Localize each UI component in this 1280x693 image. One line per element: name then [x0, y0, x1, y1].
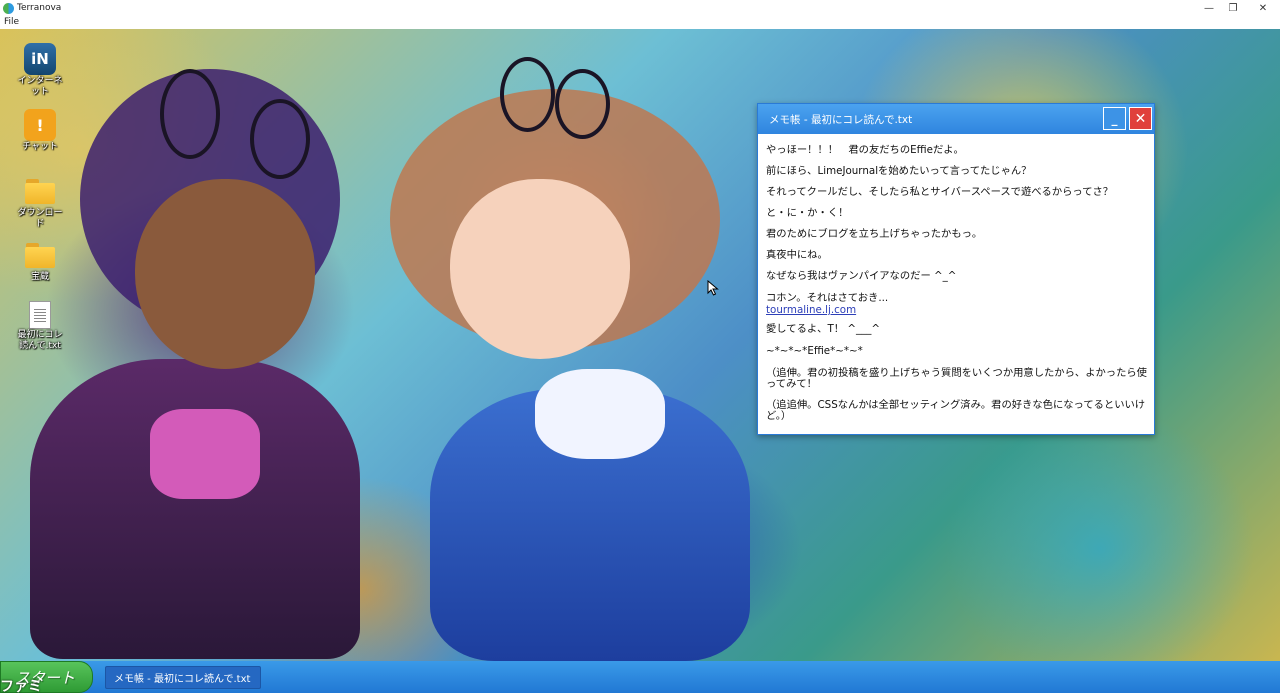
notepad-minimize-button[interactable]: _ [1103, 107, 1126, 130]
wallpaper-figure-left-bodice [150, 409, 260, 499]
wallpaper-figure-right-face [450, 179, 630, 359]
notepad-line: それってクールだし、そしたら私とサイバースペースで遊べるからってさ？ [766, 186, 1114, 198]
wallpaper-ribbon [555, 69, 610, 139]
notepad-line: 前にほら、LimeJournalを始めたいって言ってたじゃん？ [766, 165, 1032, 177]
taskbar-item-notepad[interactable]: メモ帳 - 最初にコレ読んで.txt [105, 666, 261, 689]
desktop-icon-label: 宝蔵 [30, 272, 49, 282]
terranova-logo-icon [3, 2, 14, 14]
notepad-title: メモ帳 - 最初にコレ読んで.txt [769, 114, 913, 126]
text-file-icon [29, 301, 51, 329]
blog-link[interactable]: tourmaline.lj.com [766, 305, 1148, 316]
wallpaper-figure-right-collar [535, 369, 665, 459]
desktop-icon-treasure[interactable]: 宝蔵 [14, 239, 66, 283]
folder-icon [24, 239, 56, 271]
menu-file[interactable]: File [4, 17, 19, 27]
desktop-icon-label: インターネット [17, 76, 63, 97]
taskbar-item-label: メモ帳 - 最初にコレ読んで.txt [114, 674, 251, 685]
app-menubar: File [0, 16, 1280, 29]
wallpaper-ribbon [250, 99, 310, 179]
notepad-line: ~*~*~*Effie*~*~* [766, 345, 863, 357]
wallpaper-ribbon [500, 57, 555, 132]
notepad-line: と・に・か・く！ [766, 207, 849, 219]
desktop-icon-label: チャット [22, 142, 58, 152]
desktop-icon-readme[interactable]: 最初にコレ読んで.txt [14, 301, 66, 352]
host-maximize-button[interactable]: ❐ [1216, 0, 1250, 16]
notepad-line: やっほー！！！ 君の友だちのEffieだよ。 [766, 144, 964, 156]
internet-icon: iN [24, 43, 56, 75]
desktop-icon-chat[interactable]: ! チャット [14, 109, 66, 153]
notepad-line: 真夜中にね。 [766, 249, 828, 261]
notepad-close-button[interactable]: ✕ [1129, 107, 1152, 130]
notepad-titlebar[interactable]: メモ帳 - 最初にコレ読んで.txt _ ✕ [758, 104, 1154, 134]
host-close-button[interactable]: ✕ [1246, 0, 1280, 16]
notepad-window[interactable]: メモ帳 - 最初にコレ読んで.txt _ ✕ やっほー！！！ 君の友だちのEff… [757, 103, 1155, 435]
taskbar: スタート メモ帳 - 最初にコレ読んで.txt [0, 661, 1280, 693]
app-title: Terranova [17, 3, 62, 13]
desktop-icon-label: ダウンロード [17, 208, 63, 229]
wallpaper-figure-left-dress [30, 359, 360, 659]
desktop-icon-label: 最初にコレ読んで.txt [17, 330, 63, 351]
notepad-text-area[interactable]: やっほー！！！ 君の友だちのEffieだよ。 前にほら、LimeJournalを… [766, 140, 1148, 430]
wallpaper-ribbon [160, 69, 220, 159]
watermark-logo: ファミ通.com [0, 679, 42, 693]
notepad-line: コホン。それはさておき... [766, 292, 889, 304]
wallpaper-figure-left-face [135, 179, 315, 369]
notepad-line: 君のためにブログを立ち上げちゃったかもっ。 [766, 228, 983, 240]
desktop-icon-internet[interactable]: iN インターネット [14, 43, 66, 98]
notepad-line: 愛してるよ、T！ ^___^ [766, 323, 881, 335]
notepad-line: なぜなら我はヴァンパイアなのだー ^_^ [766, 270, 957, 282]
folder-icon [24, 175, 56, 207]
desktop-icon-downloads[interactable]: ダウンロード [14, 175, 66, 230]
mouse-cursor-icon [707, 280, 719, 296]
notepad-line: （追伸。君の初投稿を盛り上げちゃう質問をいくつか用意したから、よかったら使ってみ… [766, 367, 1147, 390]
app-titlebar: Terranova — ❐ ✕ [0, 0, 1280, 16]
notepad-line: （追追伸。CSSなんかは全部セッティング済み。君の好きな色になってるといいけど。… [766, 399, 1146, 422]
chat-icon: ! [24, 109, 56, 141]
